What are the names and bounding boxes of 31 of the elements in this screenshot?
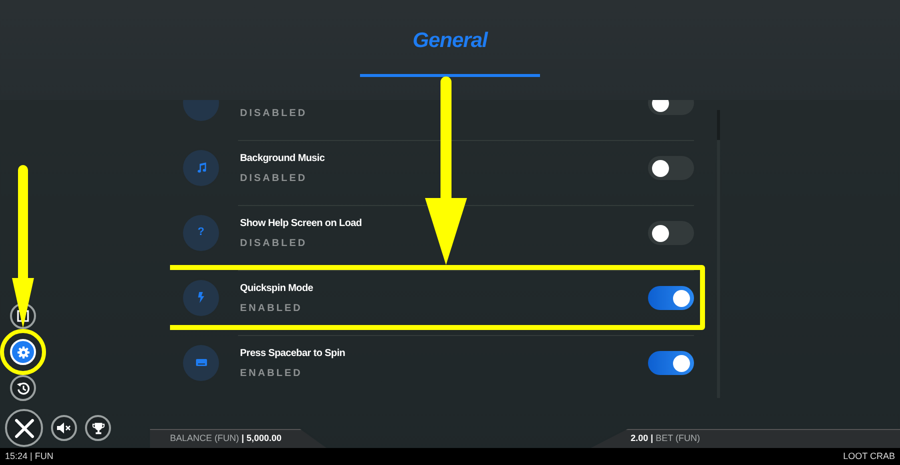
trophy-button[interactable]	[85, 415, 111, 441]
close-button[interactable]	[5, 409, 43, 447]
history-button[interactable]	[10, 375, 36, 401]
settings-icon	[16, 346, 30, 358]
toggle-switch[interactable]	[648, 286, 694, 310]
setting-status: ENABLED	[240, 302, 304, 314]
balance-display: BALANCE (FUN) | 5,000.00	[150, 429, 327, 448]
setting-label: Quickspin Mode	[240, 282, 314, 294]
toggle-switch[interactable]	[648, 350, 694, 374]
setting-status: DISABLED	[240, 108, 308, 120]
mute-button[interactable]	[51, 415, 77, 441]
setting-status: ENABLED	[240, 368, 304, 380]
section-title: General	[412, 30, 488, 51]
close-icon	[14, 418, 34, 438]
mute-icon	[57, 422, 71, 434]
history-icon	[16, 380, 30, 396]
keyboard-icon	[183, 344, 219, 380]
setting-label: Show Help Screen on Load	[240, 218, 363, 230]
help-icon: ?	[183, 214, 219, 250]
music-note-icon	[183, 150, 219, 186]
setting-status: DISABLED	[240, 172, 308, 184]
game-title: LOOT CRAB	[843, 450, 895, 463]
setting-label: Background Music	[240, 152, 326, 164]
setting-status: DISABLED	[240, 238, 308, 250]
bet-display: 2.00 | BET (FUN)	[590, 429, 900, 448]
setting-label: Press Spacebar to Spin	[240, 348, 346, 360]
trophy-icon	[92, 422, 104, 434]
toggle-switch[interactable]	[648, 220, 694, 244]
lightning-bolt-icon	[183, 280, 219, 316]
toggle-switch[interactable]	[648, 156, 694, 180]
clock-mode-text: 15:24 | FUN	[5, 450, 54, 463]
